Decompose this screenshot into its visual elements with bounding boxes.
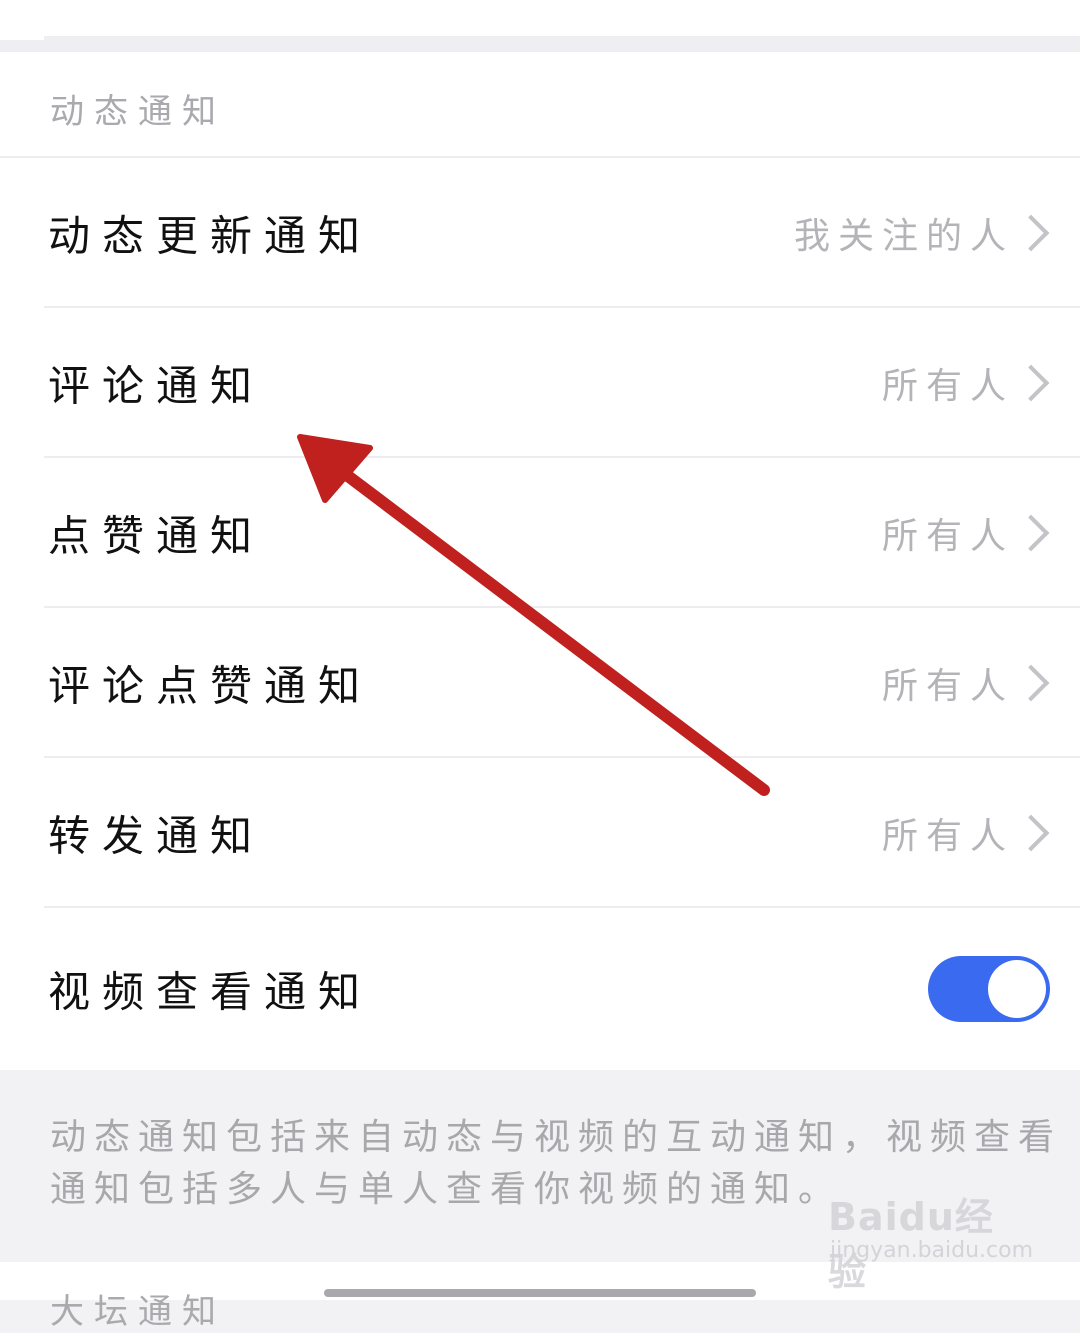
row-repost-notification[interactable]: 转发通知 所有人 <box>0 758 1080 908</box>
row-value: 所有人 <box>881 666 1014 707</box>
row-value: 所有人 <box>881 366 1014 407</box>
chevron-right-icon <box>1012 814 1050 852</box>
row-label: 视频查看通知 <box>48 967 373 1017</box>
section-gap <box>0 36 1080 52</box>
section-header-title: 动态通知 <box>50 92 226 132</box>
chevron-right-icon <box>1012 514 1050 552</box>
row-like-notification[interactable]: 点赞通知 所有人 <box>0 458 1080 608</box>
row-label: 转发通知 <box>48 811 265 861</box>
row-label: 评论通知 <box>48 361 265 411</box>
home-indicator <box>324 1289 756 1297</box>
row-value: 所有人 <box>881 816 1014 857</box>
dynamic-notifications-section: 动态通知 动态更新通知 我关注的人 评论通知 所有人 点赞通知 所有人 评论点赞… <box>0 52 1080 1070</box>
watermark-url: jingyan.baidu.com <box>830 1238 1034 1263</box>
row-video-view-notification: 视频查看通知 <box>0 908 1080 1070</box>
row-comment-like-notification[interactable]: 评论点赞通知 所有人 <box>0 608 1080 758</box>
row-value: 我关注的人 <box>793 216 1014 257</box>
chevron-right-icon <box>1012 214 1050 252</box>
previous-section-bottom <box>0 0 1080 36</box>
row-dynamic-update-notification[interactable]: 动态更新通知 我关注的人 <box>0 158 1080 308</box>
row-value: 所有人 <box>881 516 1014 557</box>
section-header: 动态通知 <box>0 52 1080 158</box>
row-label: 评论点赞通知 <box>48 661 373 711</box>
row-comment-notification[interactable]: 评论通知 所有人 <box>0 308 1080 458</box>
chevron-right-icon <box>1012 664 1050 702</box>
row-label: 动态更新通知 <box>48 211 373 261</box>
baidu-watermark: Baidu经验 jingyan.baidu.com <box>828 1186 1033 1294</box>
chevron-right-icon <box>1012 364 1050 402</box>
next-section-header: 大坛通知 <box>50 1292 226 1332</box>
toggle-knob <box>988 960 1046 1018</box>
row-label: 点赞通知 <box>48 511 265 561</box>
video-view-toggle[interactable] <box>928 956 1050 1022</box>
